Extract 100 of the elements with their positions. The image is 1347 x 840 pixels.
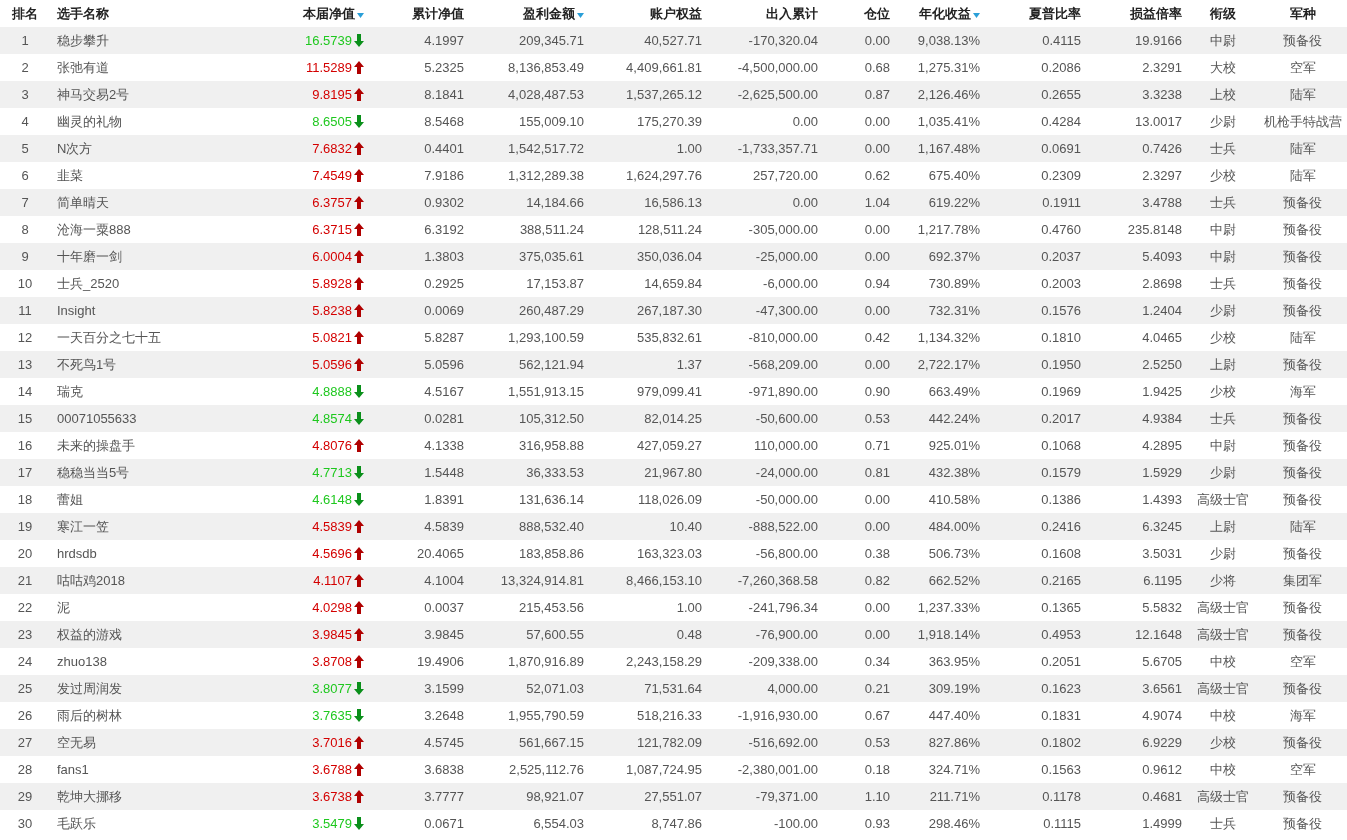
net-value: 4.0298 [312, 600, 352, 615]
table-cell: 0.1969 [1041, 384, 1081, 399]
table-cell: 1.3803 [424, 249, 464, 264]
table-cell: 士兵 [1210, 140, 1236, 156]
net-value: 3.5479 [312, 816, 352, 831]
table-cell: 0.53 [864, 735, 890, 750]
table-cell: 中尉 [1210, 32, 1236, 48]
sortable-column-header[interactable]: 盈利金额 [523, 4, 584, 23]
net-value: 4.5839 [312, 519, 352, 534]
table-cell: 士兵 [1210, 194, 1236, 210]
table-cell: 6.3192 [424, 222, 464, 237]
table-cell: 士兵 [1210, 410, 1236, 426]
table-cell: 21,967.80 [644, 465, 702, 480]
table-cell: -2,625,500.00 [737, 87, 818, 102]
up-arrow-icon [354, 736, 364, 749]
table-cell: -7,260,368.58 [737, 573, 818, 588]
table-cell: 0.1623 [1041, 681, 1081, 696]
table-cell: 98,921.07 [526, 789, 584, 804]
table-cell: 1.4393 [1142, 492, 1182, 507]
table-cell: 121,782.09 [636, 735, 702, 750]
table-cell: 高级士官 [1197, 626, 1249, 642]
table-cell: 高级士官 [1197, 599, 1249, 615]
table-cell: 118,026.09 [637, 492, 702, 507]
table-cell: 1,237.33% [917, 600, 980, 615]
table-cell: 0.2165 [1041, 573, 1081, 588]
player-name: 咕咕鸡2018 [57, 572, 125, 588]
table-cell: 427,059.27 [636, 438, 702, 453]
table-cell: 4.5745 [424, 735, 464, 750]
table-cell: 1.8391 [424, 492, 464, 507]
table-cell: 17 [17, 465, 33, 480]
net-value: 3.9845 [312, 627, 352, 642]
table-cell: 1,293,100.59 [508, 330, 584, 345]
column-header: 累计净值 [412, 4, 464, 23]
table-cell: 1,087,724.95 [626, 762, 702, 777]
down-arrow-icon [354, 115, 364, 128]
table-cell: 1.9425 [1142, 384, 1182, 399]
player-name: 未来的操盘手 [57, 437, 135, 453]
table-cell: 21 [17, 573, 33, 588]
table-cell: 561,667.15 [518, 735, 584, 750]
table-cell: 少尉 [1210, 545, 1236, 561]
table-cell: -4,500,000.00 [737, 60, 818, 75]
table-cell: 1,134.32% [917, 330, 980, 345]
table-cell: 0.1579 [1041, 465, 1081, 480]
table-cell: 5.0596 [424, 357, 464, 372]
table-cell: 298.46% [928, 816, 980, 831]
table-cell: 0.4401 [424, 141, 464, 156]
table-cell: 12.1648 [1135, 627, 1182, 642]
net-value: 6.3757 [312, 195, 352, 210]
table-cell: 高级士官 [1197, 680, 1249, 696]
table-cell: 5.6705 [1142, 654, 1182, 669]
player-name: 稳稳当当5号 [57, 464, 130, 480]
table-cell: 5 [21, 141, 29, 156]
net-value: 4.7713 [312, 465, 352, 480]
table-cell: 13,324,914.81 [500, 573, 584, 588]
table-cell: 2.5250 [1142, 357, 1182, 372]
table-cell: 预备役 [1283, 248, 1322, 264]
table-cell: -50,000.00 [755, 492, 818, 507]
sortable-column-header[interactable]: 本届净值 [303, 4, 364, 23]
table-cell: 陆军 [1289, 167, 1316, 183]
table-cell: 14,184.66 [526, 195, 584, 210]
table-cell: 7.9186 [424, 168, 464, 183]
down-arrow-icon [354, 493, 364, 506]
table-cell: 13 [17, 357, 33, 372]
table-cell: 1,217.78% [917, 222, 980, 237]
up-arrow-icon [354, 763, 364, 776]
table-cell: 0.00 [792, 114, 818, 129]
player-name: 韭菜 [57, 167, 83, 183]
table-cell: 陆军 [1289, 329, 1316, 345]
table-cell: 0.53 [864, 411, 890, 426]
player-name: 寒江一笠 [57, 518, 109, 534]
table-cell: 4.2895 [1142, 438, 1182, 453]
table-cell: 0.00 [864, 627, 890, 642]
net-value: 6.3715 [312, 222, 352, 237]
table-cell: 10.40 [669, 519, 702, 534]
net-value: 5.0596 [312, 357, 352, 372]
column-header: 排名 [12, 4, 38, 23]
table-cell: 预备役 [1283, 626, 1322, 642]
table-cell: 5.5832 [1142, 600, 1182, 615]
net-value: 5.8928 [312, 276, 352, 291]
table-cell: 6.1195 [1143, 573, 1182, 588]
player-name: 蕾姐 [57, 491, 83, 507]
table-cell: 0.34 [864, 654, 890, 669]
table-cell: 预备役 [1283, 788, 1322, 804]
sort-caret-icon [973, 12, 980, 18]
table-cell: 上尉 [1210, 356, 1236, 372]
table-cell: 少校 [1210, 329, 1236, 345]
table-cell: 3.7777 [424, 789, 464, 804]
table-cell: 16,586.13 [644, 195, 702, 210]
table-cell: 4.5167 [424, 384, 464, 399]
table-cell: 0.87 [864, 87, 890, 102]
table-cell: 662.52% [928, 573, 980, 588]
sort-caret-icon [577, 12, 584, 18]
table-cell: 619.22% [928, 195, 980, 210]
table-cell: 432.38% [928, 465, 980, 480]
net-value: 7.4549 [312, 168, 352, 183]
sortable-column-header[interactable]: 年化收益 [919, 4, 980, 23]
table-cell: 1.5448 [424, 465, 464, 480]
table-cell: 0.1608 [1041, 546, 1081, 561]
player-name: 乾坤大挪移 [57, 788, 122, 804]
table-cell: -56,800.00 [755, 546, 818, 561]
